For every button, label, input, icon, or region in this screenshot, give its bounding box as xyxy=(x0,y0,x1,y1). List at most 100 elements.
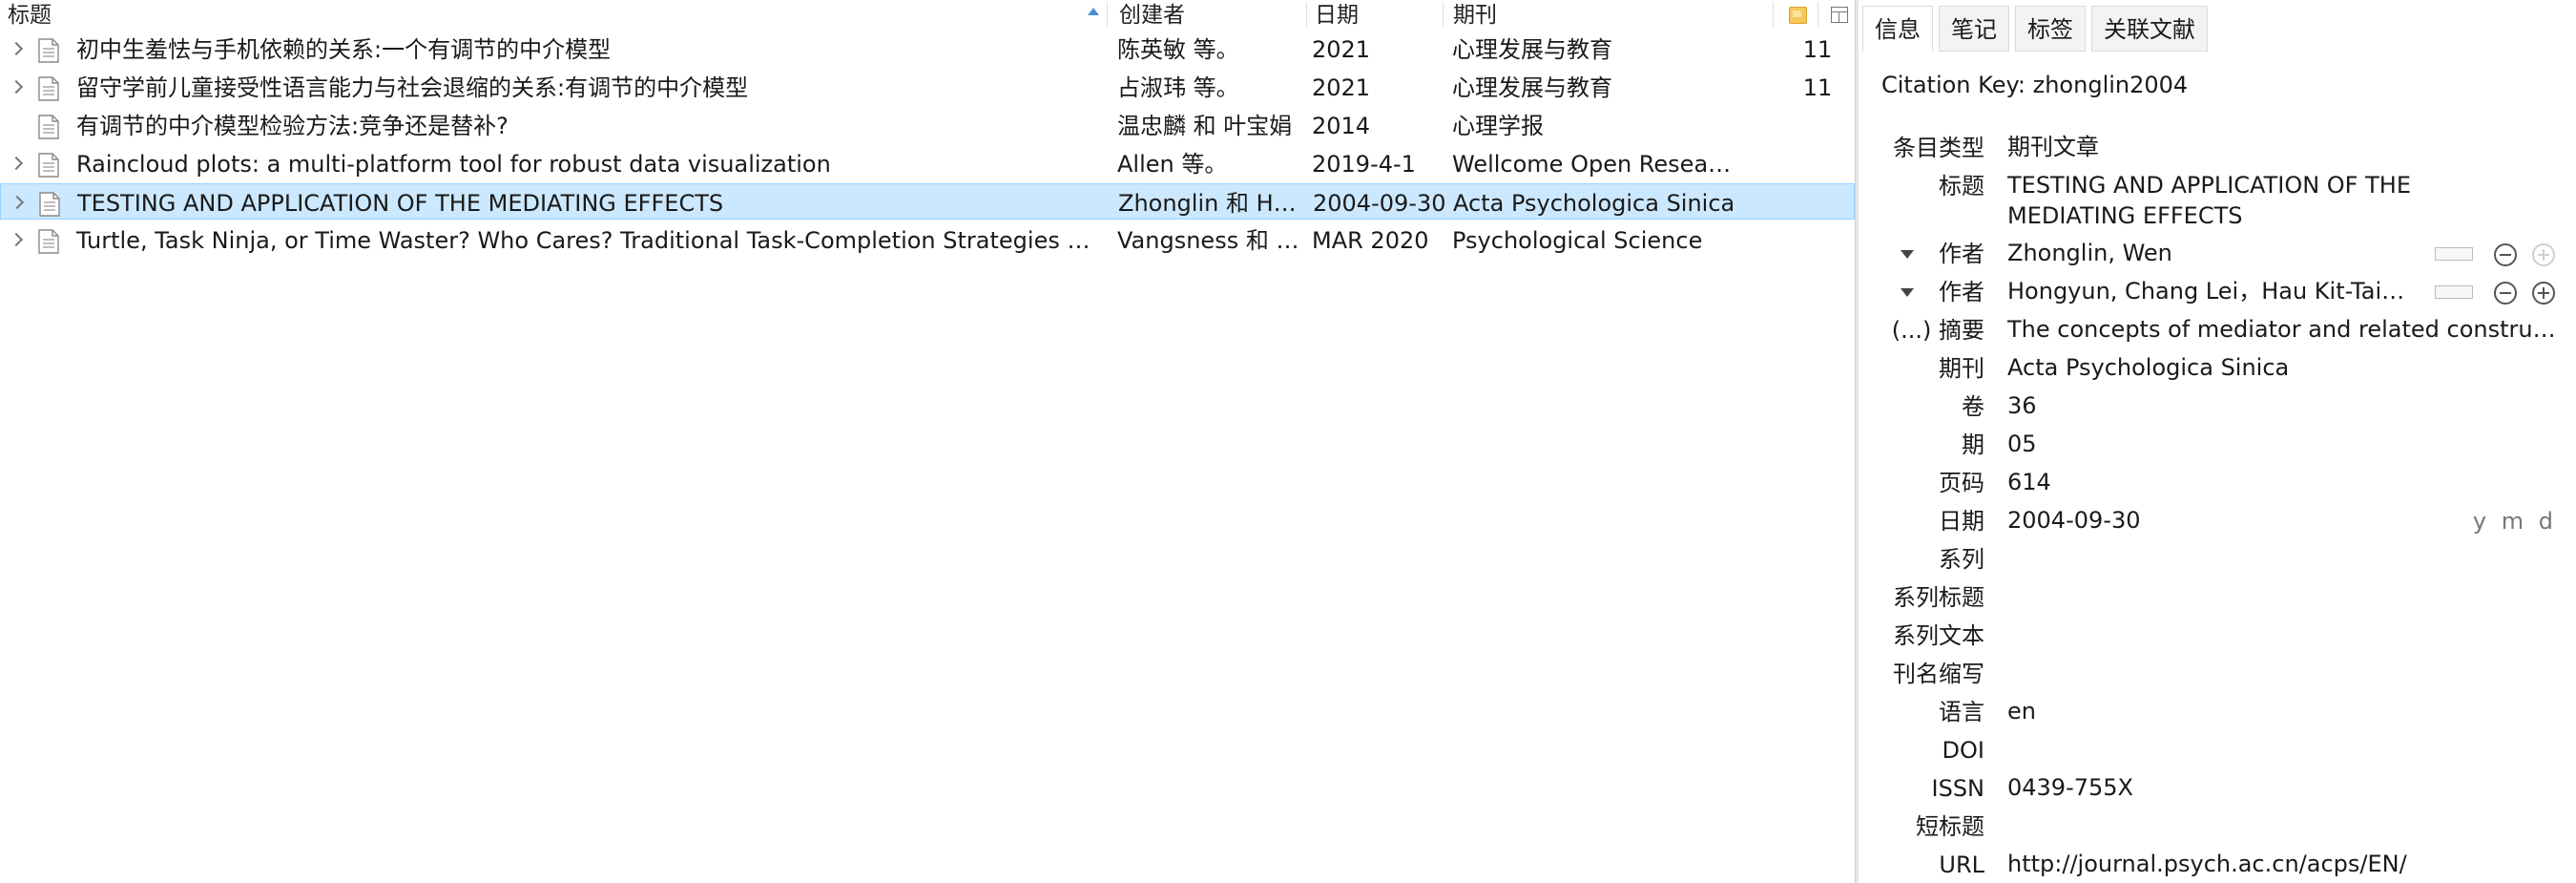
field-author-1: 作者 Zhonglin, Wen xyxy=(1859,238,2576,270)
tab-related[interactable]: 关联文献 xyxy=(2091,6,2208,52)
creator-type-label[interactable]: 作者 xyxy=(1939,238,1984,270)
field-label: 短标题 xyxy=(1916,813,1984,840)
field-doi: DOI xyxy=(1859,734,2576,767)
item-creator-cell: 温忠麟 和 叶宝娟 xyxy=(1117,113,1293,139)
item-creator-cell: Vangsness 和 Young xyxy=(1117,227,1308,254)
item-count-cell: 11 xyxy=(1802,74,1833,101)
item-date-cell: 2021 xyxy=(1312,74,1371,101)
item-title-cell: 有调节的中介模型检验方法:竞争还是替补? xyxy=(76,113,509,139)
field-series-title: 系列标题 xyxy=(1859,581,2576,614)
remove-creator-icon[interactable] xyxy=(2494,282,2517,305)
item-count-cell xyxy=(1795,184,1842,221)
language-value[interactable]: en xyxy=(2007,696,2513,726)
journal-article-icon xyxy=(38,38,59,63)
field-label: 期 xyxy=(1962,431,1984,458)
field-label: 语言 xyxy=(1939,699,1984,725)
sort-ascending-icon xyxy=(1088,8,1099,15)
issue-value[interactable]: 05 xyxy=(2007,429,2513,459)
field-label: 刊名缩写 xyxy=(1893,661,1984,687)
field-pages: 页码 614 xyxy=(1859,467,2576,499)
pages-value[interactable]: 614 xyxy=(2007,467,2513,497)
expand-chevron-icon[interactable] xyxy=(9,156,24,171)
column-header-date[interactable]: 日期 xyxy=(1315,0,1359,29)
expand-chevron-icon[interactable] xyxy=(10,195,25,210)
collapse-creator-icon[interactable] xyxy=(1901,250,1914,259)
item-publication-cell: Psychological Science xyxy=(1452,227,1703,254)
tab-notes[interactable]: 笔记 xyxy=(1939,6,2009,52)
item-date-cell: 2019-4-1 xyxy=(1312,151,1416,178)
field-series-text: 系列文本 xyxy=(1859,620,2576,652)
abstract-value[interactable]: The concepts of mediator and related con… xyxy=(2007,314,2559,345)
attachments-column-icon[interactable] xyxy=(1789,7,1807,24)
item-row[interactable]: 初中生羞怯与手机依赖的关系:一个有调节的中介模型 陈英敏 等。 2021 心理发展与教… xyxy=(0,31,1855,67)
item-row[interactable]: TESTING AND APPLICATION OF THE MEDIATING… xyxy=(0,183,1855,220)
item-publication-cell: 心理发展与教育 xyxy=(1452,36,1612,63)
item-date-cell: 2004-09-30 xyxy=(1313,190,1446,217)
field-volume: 卷 36 xyxy=(1859,390,2576,423)
item-row[interactable]: 有调节的中介模型检验方法:竞争还是替补? 温忠麟 和 叶宝娟 2014 心理学报 xyxy=(0,107,1855,143)
field-series: 系列 xyxy=(1859,543,2576,576)
item-publication-cell: 心理发展与教育 xyxy=(1452,74,1612,101)
column-header-publication[interactable]: 期刊 xyxy=(1453,0,1497,29)
item-count-cell xyxy=(1794,145,1841,181)
add-creator-icon xyxy=(2532,243,2555,266)
column-divider[interactable] xyxy=(1773,2,1774,27)
column-divider[interactable] xyxy=(1443,2,1444,27)
issn-value[interactable]: 0439-755X xyxy=(2007,772,2513,803)
add-creator-icon[interactable] xyxy=(2532,282,2555,305)
journal-article-icon xyxy=(38,115,59,139)
switch-name-mode-icon[interactable] xyxy=(2435,285,2473,299)
field-item-type: 条目类型 期刊文章 xyxy=(1859,132,2576,164)
item-publication-cell: 心理学报 xyxy=(1452,113,1544,139)
remove-creator-icon[interactable] xyxy=(2494,243,2517,266)
expand-chevron-icon[interactable] xyxy=(9,41,24,56)
journal-article-icon xyxy=(38,76,59,101)
abstract-toggle-label[interactable]: (...) 摘要 xyxy=(1892,314,1984,347)
volume-value[interactable]: 36 xyxy=(2007,390,2513,421)
field-label: 期刊 xyxy=(1939,355,1984,382)
field-label: 系列文本 xyxy=(1893,622,1984,649)
publication-value[interactable]: Acta Psychologica Sinica xyxy=(2007,352,2513,383)
url-value[interactable]: http://journal.psych.ac.cn/acps/EN/ xyxy=(2007,849,2513,879)
url-label-link[interactable]: URL xyxy=(1939,849,1984,881)
item-date-cell: MAR 2020 xyxy=(1312,227,1429,254)
item-creator-cell: 占淑玮 等。 xyxy=(1117,74,1239,101)
date-order-indicator: y m d xyxy=(2472,508,2557,535)
author-name-value[interactable]: Hongyun, Chang Lei，Hau Kit-Tai，Liu xyxy=(2007,276,2418,306)
items-tree[interactable]: 标题 创建者 日期 期刊 初中生羞怯与手机依赖的关系:一个有调节的中介模型 陈英敏… xyxy=(0,0,1855,883)
citation-key: Citation Key: zhonglin2004 xyxy=(1881,72,2189,98)
title-value[interactable]: TESTING AND APPLICATION OF THE MEDIATING… xyxy=(2007,170,2513,231)
item-title-cell: TESTING AND APPLICATION OF THE MEDIATING… xyxy=(77,190,724,217)
column-divider[interactable] xyxy=(1107,2,1108,27)
column-divider[interactable] xyxy=(1306,2,1307,27)
item-row[interactable]: Raincloud plots: a multi-platform tool f… xyxy=(0,145,1855,181)
field-issn: ISSN 0439-755X xyxy=(1859,772,2576,805)
column-header-creator[interactable]: 创建者 xyxy=(1119,0,1185,29)
column-picker-icon[interactable] xyxy=(1831,7,1848,23)
item-date-cell: 2021 xyxy=(1312,36,1371,63)
field-journal-abbr: 刊名缩写 xyxy=(1859,658,2576,690)
author-name-value[interactable]: Zhonglin, Wen xyxy=(2007,238,2418,268)
column-header-title[interactable]: 标题 xyxy=(8,0,52,29)
field-issue: 期 05 xyxy=(1859,429,2576,461)
expand-chevron-icon[interactable] xyxy=(9,79,24,95)
collapse-creator-icon[interactable] xyxy=(1901,288,1914,297)
journal-article-icon xyxy=(39,192,60,217)
item-row[interactable]: 留守学前儿童接受性语言能力与社会退缩的关系:有调节的中介模型 占淑玮 等。 2021… xyxy=(0,69,1855,105)
tab-tags[interactable]: 标签 xyxy=(2015,6,2086,52)
item-row[interactable]: Turtle, Task Ninja, or Time Waster? Who … xyxy=(0,221,1855,258)
item-creator-cell: 陈英敏 等。 xyxy=(1117,36,1239,63)
expand-chevron-icon[interactable] xyxy=(9,232,24,247)
field-label: DOI xyxy=(1942,737,1984,764)
creator-type-label[interactable]: 作者 xyxy=(1939,276,1984,308)
item-type-value[interactable]: 期刊文章 xyxy=(2007,132,2513,162)
date-value[interactable]: 2004-09-30 xyxy=(2007,505,2389,536)
journal-article-icon xyxy=(38,229,59,254)
switch-name-mode-icon[interactable] xyxy=(2435,247,2473,261)
field-publication: 期刊 Acta Psychologica Sinica xyxy=(1859,352,2576,385)
field-label: 日期 xyxy=(1939,508,1984,535)
field-label: 卷 xyxy=(1962,393,1984,420)
field-abstract: (...) 摘要 The concepts of mediator and re… xyxy=(1859,314,2576,347)
tab-info[interactable]: 信息 xyxy=(1862,6,1933,52)
item-title-cell: Raincloud plots: a multi-platform tool f… xyxy=(76,151,831,178)
